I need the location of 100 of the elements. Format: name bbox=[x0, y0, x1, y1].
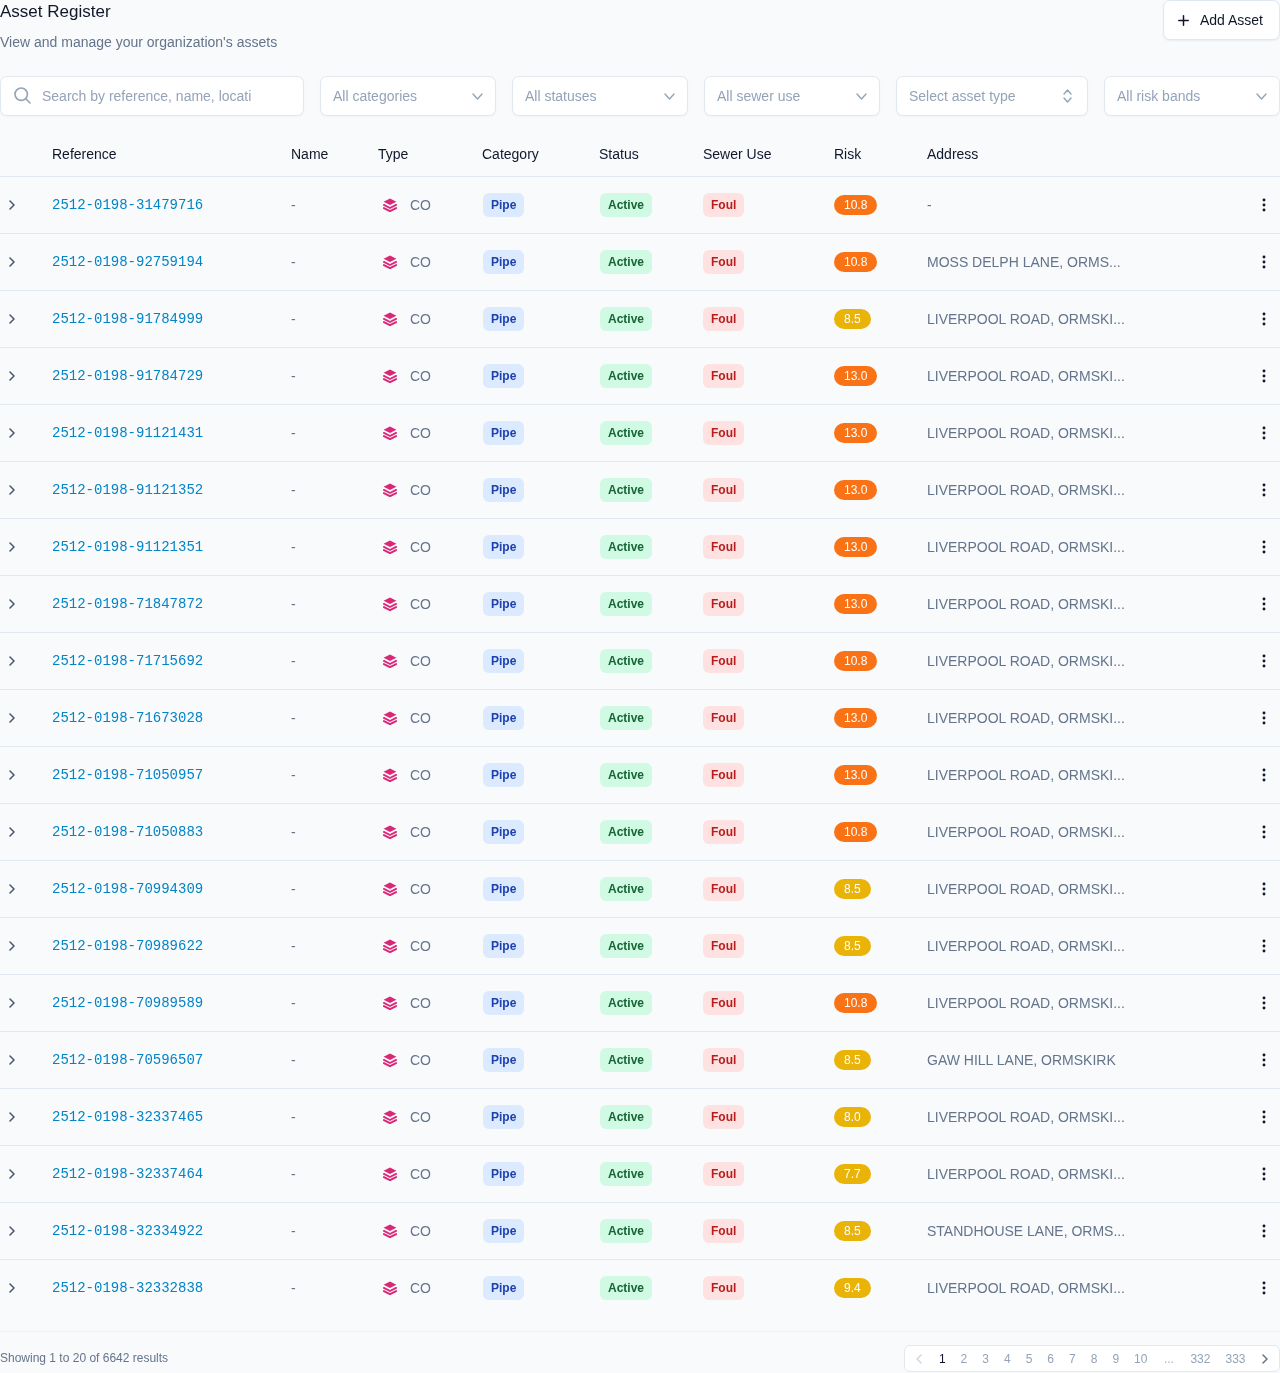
chevron-right-icon[interactable] bbox=[9, 1283, 15, 1293]
reference-link[interactable]: 2512-0198-71673028 bbox=[52, 710, 204, 726]
page-subtitle: View and manage your organization's assets bbox=[0, 33, 278, 52]
chevron-right-icon[interactable] bbox=[9, 314, 15, 324]
name-text: - bbox=[291, 197, 296, 213]
chevron-right-icon[interactable] bbox=[9, 656, 15, 666]
chevron-right-icon[interactable] bbox=[9, 428, 15, 438]
reference-link[interactable]: 2512-0198-70994309 bbox=[52, 881, 204, 897]
kebab-menu-icon[interactable] bbox=[1262, 483, 1266, 497]
kebab-menu-icon[interactable] bbox=[1262, 1224, 1266, 1238]
chevron-right-icon[interactable] bbox=[9, 941, 15, 951]
kebab-menu-icon[interactable] bbox=[1262, 540, 1266, 554]
name-text: - bbox=[291, 767, 296, 783]
sewer-use-badge: Foul bbox=[703, 820, 745, 844]
category-badge: Pipe bbox=[483, 649, 525, 673]
reference-link[interactable]: 2512-0198-32337464 bbox=[52, 1166, 204, 1182]
layers-icon bbox=[383, 1053, 397, 1067]
risk-score-badge: 9.4 bbox=[834, 1278, 871, 1298]
kebab-menu-icon[interactable] bbox=[1262, 198, 1266, 212]
page-number-button[interactable]: 4 bbox=[996, 1346, 1019, 1371]
risk-score-badge: 8.5 bbox=[834, 309, 871, 329]
kebab-menu-icon[interactable] bbox=[1262, 939, 1266, 953]
reference-link[interactable]: 2512-0198-91784999 bbox=[52, 311, 204, 327]
reference-link[interactable]: 2512-0198-71050957 bbox=[52, 767, 204, 783]
layers-icon bbox=[383, 711, 397, 725]
add-asset-button[interactable]: Add Asset bbox=[1162, 0, 1280, 40]
kebab-menu-icon[interactable] bbox=[1262, 882, 1266, 896]
page-number-button[interactable]: 8 bbox=[1083, 1346, 1105, 1371]
kebab-menu-icon[interactable] bbox=[1262, 768, 1266, 782]
kebab-menu-icon[interactable] bbox=[1262, 654, 1266, 668]
chevron-right-icon[interactable] bbox=[9, 257, 15, 267]
page-number-button[interactable]: 5 bbox=[1018, 1346, 1040, 1371]
kebab-menu-icon[interactable] bbox=[1262, 255, 1266, 269]
chevron-right-icon[interactable] bbox=[9, 1169, 15, 1179]
chevron-right-icon[interactable] bbox=[9, 200, 15, 210]
chevron-right-icon[interactable] bbox=[9, 998, 15, 1008]
chevron-right-icon[interactable] bbox=[9, 884, 15, 894]
page-number-button[interactable]: 7 bbox=[1061, 1346, 1084, 1371]
reference-link[interactable]: 2512-0198-70596507 bbox=[52, 1052, 204, 1068]
type-code: CO bbox=[410, 1223, 431, 1239]
layers-icon bbox=[383, 483, 397, 497]
page-number-button[interactable]: 1 bbox=[931, 1346, 954, 1371]
reference-link[interactable]: 2512-0198-32332838 bbox=[52, 1280, 204, 1296]
category-badge: Pipe bbox=[483, 763, 525, 787]
reference-link[interactable]: 2512-0198-31479716 bbox=[52, 197, 204, 213]
chevron-right-icon[interactable] bbox=[9, 827, 15, 837]
reference-link[interactable]: 2512-0198-91121351 bbox=[52, 539, 204, 555]
reference-link[interactable]: 2512-0198-71715692 bbox=[52, 653, 204, 669]
reference-link[interactable]: 2512-0198-32334922 bbox=[52, 1223, 204, 1239]
reference-link[interactable]: 2512-0198-32337465 bbox=[52, 1109, 204, 1125]
page-number-button[interactable]: 2 bbox=[953, 1346, 975, 1371]
chevron-right-icon[interactable] bbox=[9, 1226, 15, 1236]
category-badge: Pipe bbox=[483, 307, 525, 331]
chevron-right-icon[interactable] bbox=[1262, 1353, 1268, 1364]
reference-link[interactable]: 2512-0198-91784729 bbox=[52, 368, 204, 384]
kebab-menu-icon[interactable] bbox=[1262, 1110, 1266, 1124]
filter-dropdown[interactable]: All categories bbox=[320, 76, 496, 116]
page-number-button[interactable]: 332 bbox=[1182, 1346, 1218, 1371]
layers-icon bbox=[383, 939, 397, 953]
kebab-menu-icon[interactable] bbox=[1262, 996, 1266, 1010]
chevron-right-icon[interactable] bbox=[9, 485, 15, 495]
kebab-menu-icon[interactable] bbox=[1262, 711, 1266, 725]
chevron-right-icon[interactable] bbox=[9, 371, 15, 381]
kebab-menu-icon[interactable] bbox=[1262, 312, 1266, 326]
kebab-menu-icon[interactable] bbox=[1262, 1053, 1266, 1067]
chevron-right-icon[interactable] bbox=[9, 542, 15, 552]
page-number-button[interactable]: 10 bbox=[1126, 1346, 1155, 1371]
page-number-button[interactable]: 3 bbox=[974, 1346, 997, 1371]
kebab-menu-icon[interactable] bbox=[1262, 825, 1266, 839]
reference-link[interactable]: 2512-0198-70989622 bbox=[52, 938, 204, 954]
filter-dropdown[interactable]: All statuses bbox=[512, 76, 688, 116]
chevron-right-icon[interactable] bbox=[9, 599, 15, 609]
reference-link[interactable]: 2512-0198-91121431 bbox=[52, 425, 204, 441]
chevron-right-icon[interactable] bbox=[9, 1112, 15, 1122]
filter-select[interactable]: Select asset type bbox=[896, 76, 1088, 116]
filter-dropdown[interactable]: All risk bands bbox=[1104, 76, 1280, 116]
page-number-button[interactable]: 6 bbox=[1039, 1346, 1062, 1371]
sewer-use-badge: Foul bbox=[703, 250, 745, 274]
status-badge: Active bbox=[600, 877, 653, 901]
kebab-menu-icon[interactable] bbox=[1262, 597, 1266, 611]
kebab-menu-icon[interactable] bbox=[1262, 1281, 1266, 1295]
reference-link[interactable]: 2512-0198-92759194 bbox=[52, 254, 204, 270]
filter-dropdown[interactable]: All sewer use bbox=[704, 76, 880, 116]
page-number-button[interactable]: 9 bbox=[1104, 1346, 1127, 1371]
results-summary: Showing 1 to 20 of 6642 results bbox=[0, 1350, 169, 1366]
kebab-menu-icon[interactable] bbox=[1262, 426, 1266, 440]
reference-link[interactable]: 2512-0198-71050883 bbox=[52, 824, 204, 840]
search-field[interactable]: Search by reference, name, locati bbox=[0, 76, 304, 116]
status-badge: Active bbox=[600, 706, 653, 730]
reference-link[interactable]: 2512-0198-91121352 bbox=[52, 482, 204, 498]
chevron-right-icon[interactable] bbox=[9, 770, 15, 780]
name-text: - bbox=[291, 1109, 296, 1125]
kebab-menu-icon[interactable] bbox=[1262, 369, 1266, 383]
page-number-button[interactable]: 333 bbox=[1217, 1346, 1253, 1371]
reference-link[interactable]: 2512-0198-70989589 bbox=[52, 995, 204, 1011]
reference-link[interactable]: 2512-0198-71847872 bbox=[52, 596, 204, 612]
kebab-menu-icon[interactable] bbox=[1262, 1167, 1266, 1181]
chevron-right-icon[interactable] bbox=[9, 1055, 15, 1065]
type-code: CO bbox=[410, 1052, 431, 1068]
chevron-right-icon[interactable] bbox=[9, 713, 15, 723]
